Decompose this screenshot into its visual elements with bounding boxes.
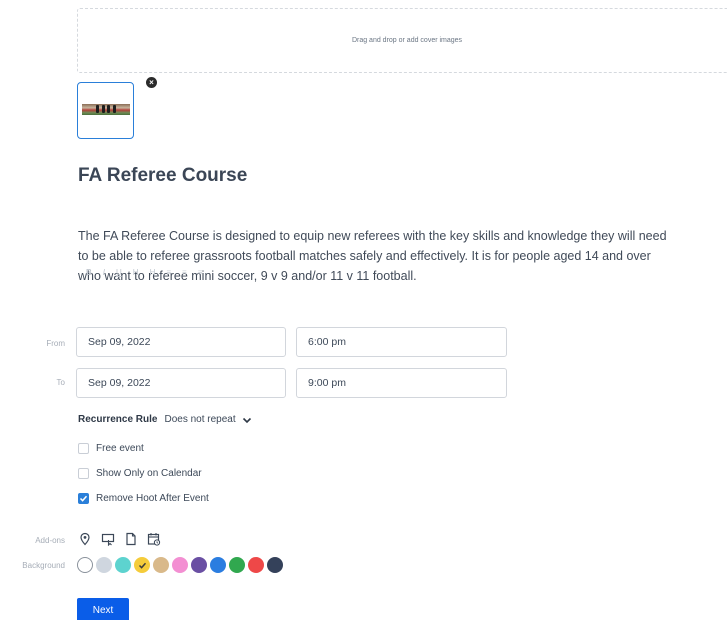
to-time-input[interactable]: 9:00 pm (296, 368, 507, 398)
recurrence-value: Does not repeat (164, 414, 236, 425)
show-only-calendar-checkbox[interactable] (78, 468, 89, 479)
background-color-swatch[interactable] (134, 557, 150, 573)
recurrence-rule: Recurrence Rule Does not repeat (78, 414, 252, 425)
background-color-swatch[interactable] (153, 557, 169, 573)
remove-hoot-checkbox[interactable] (78, 493, 89, 504)
cover-image-dropzone[interactable]: Drag and drop or add cover images (77, 8, 727, 73)
recurrence-dropdown[interactable]: Does not repeat (164, 414, 251, 425)
recurrence-label: Recurrence Rule (78, 414, 158, 425)
to-label: To (56, 378, 65, 387)
screen-cursor-icon[interactable] (101, 532, 115, 546)
underline-button[interactable]: U (116, 268, 122, 277)
background-label: Background (22, 561, 65, 570)
from-label: From (46, 339, 65, 348)
background-color-swatch[interactable] (210, 557, 226, 573)
background-color-swatch[interactable] (77, 557, 93, 573)
heading-button[interactable]: H (133, 268, 139, 277)
background-color-swatch[interactable] (115, 557, 131, 573)
background-color-swatch[interactable] (248, 557, 264, 573)
chevron-down-icon (242, 417, 251, 423)
location-pin-icon[interactable] (78, 532, 92, 546)
background-color-swatch[interactable] (229, 557, 245, 573)
calendar-clock-icon[interactable] (147, 532, 161, 546)
dropzone-text: Drag and drop or add cover images (351, 37, 463, 44)
from-date-input[interactable]: Sep 09, 2022 (76, 327, 286, 357)
background-color-swatch[interactable] (172, 557, 188, 573)
remove-cover-button[interactable]: × (146, 77, 157, 88)
addons-label: Add-ons (35, 536, 65, 545)
free-event-option[interactable]: Free event (78, 443, 144, 454)
checkmark-icon (138, 562, 146, 569)
background-color-picker (77, 557, 283, 573)
event-description[interactable]: The FA Referee Course is designed to equ… (78, 226, 727, 286)
cover-thumbnail[interactable] (77, 82, 134, 139)
next-button[interactable]: Next (77, 598, 129, 620)
addons-toolbar (78, 532, 161, 546)
formatting-toolbar: B I U H H ≡ ≡ ≡ (86, 268, 202, 277)
event-title[interactable]: FA Referee Course (78, 165, 247, 187)
bold-button[interactable]: B (86, 268, 92, 277)
remove-hoot-option[interactable]: Remove Hoot After Event (78, 493, 209, 504)
to-date-input[interactable]: Sep 09, 2022 (76, 368, 286, 398)
document-icon[interactable] (124, 532, 138, 546)
background-color-swatch[interactable] (191, 557, 207, 573)
italic-button[interactable]: I (103, 268, 105, 277)
background-color-swatch[interactable] (267, 557, 283, 573)
show-only-calendar-option[interactable]: Show Only on Calendar (78, 468, 202, 479)
background-color-swatch[interactable] (96, 557, 112, 573)
align-button[interactable]: ≡ (198, 268, 203, 277)
bulleted-list-button[interactable]: ≡ (166, 268, 171, 277)
numbered-list-button[interactable]: ≡ (182, 268, 187, 277)
free-event-label: Free event (96, 443, 144, 454)
show-only-calendar-label: Show Only on Calendar (96, 468, 202, 479)
heading-button[interactable]: H (150, 268, 156, 277)
description-line: to be able to referee grassroots footbal… (78, 249, 651, 263)
description-line: The FA Referee Course is designed to equ… (78, 229, 667, 243)
from-time-input[interactable]: 6:00 pm (296, 327, 507, 357)
remove-hoot-label: Remove Hoot After Event (96, 493, 209, 504)
free-event-checkbox[interactable] (78, 443, 89, 454)
cover-thumbnail-image (82, 104, 130, 115)
checkmark-icon (79, 495, 88, 502)
